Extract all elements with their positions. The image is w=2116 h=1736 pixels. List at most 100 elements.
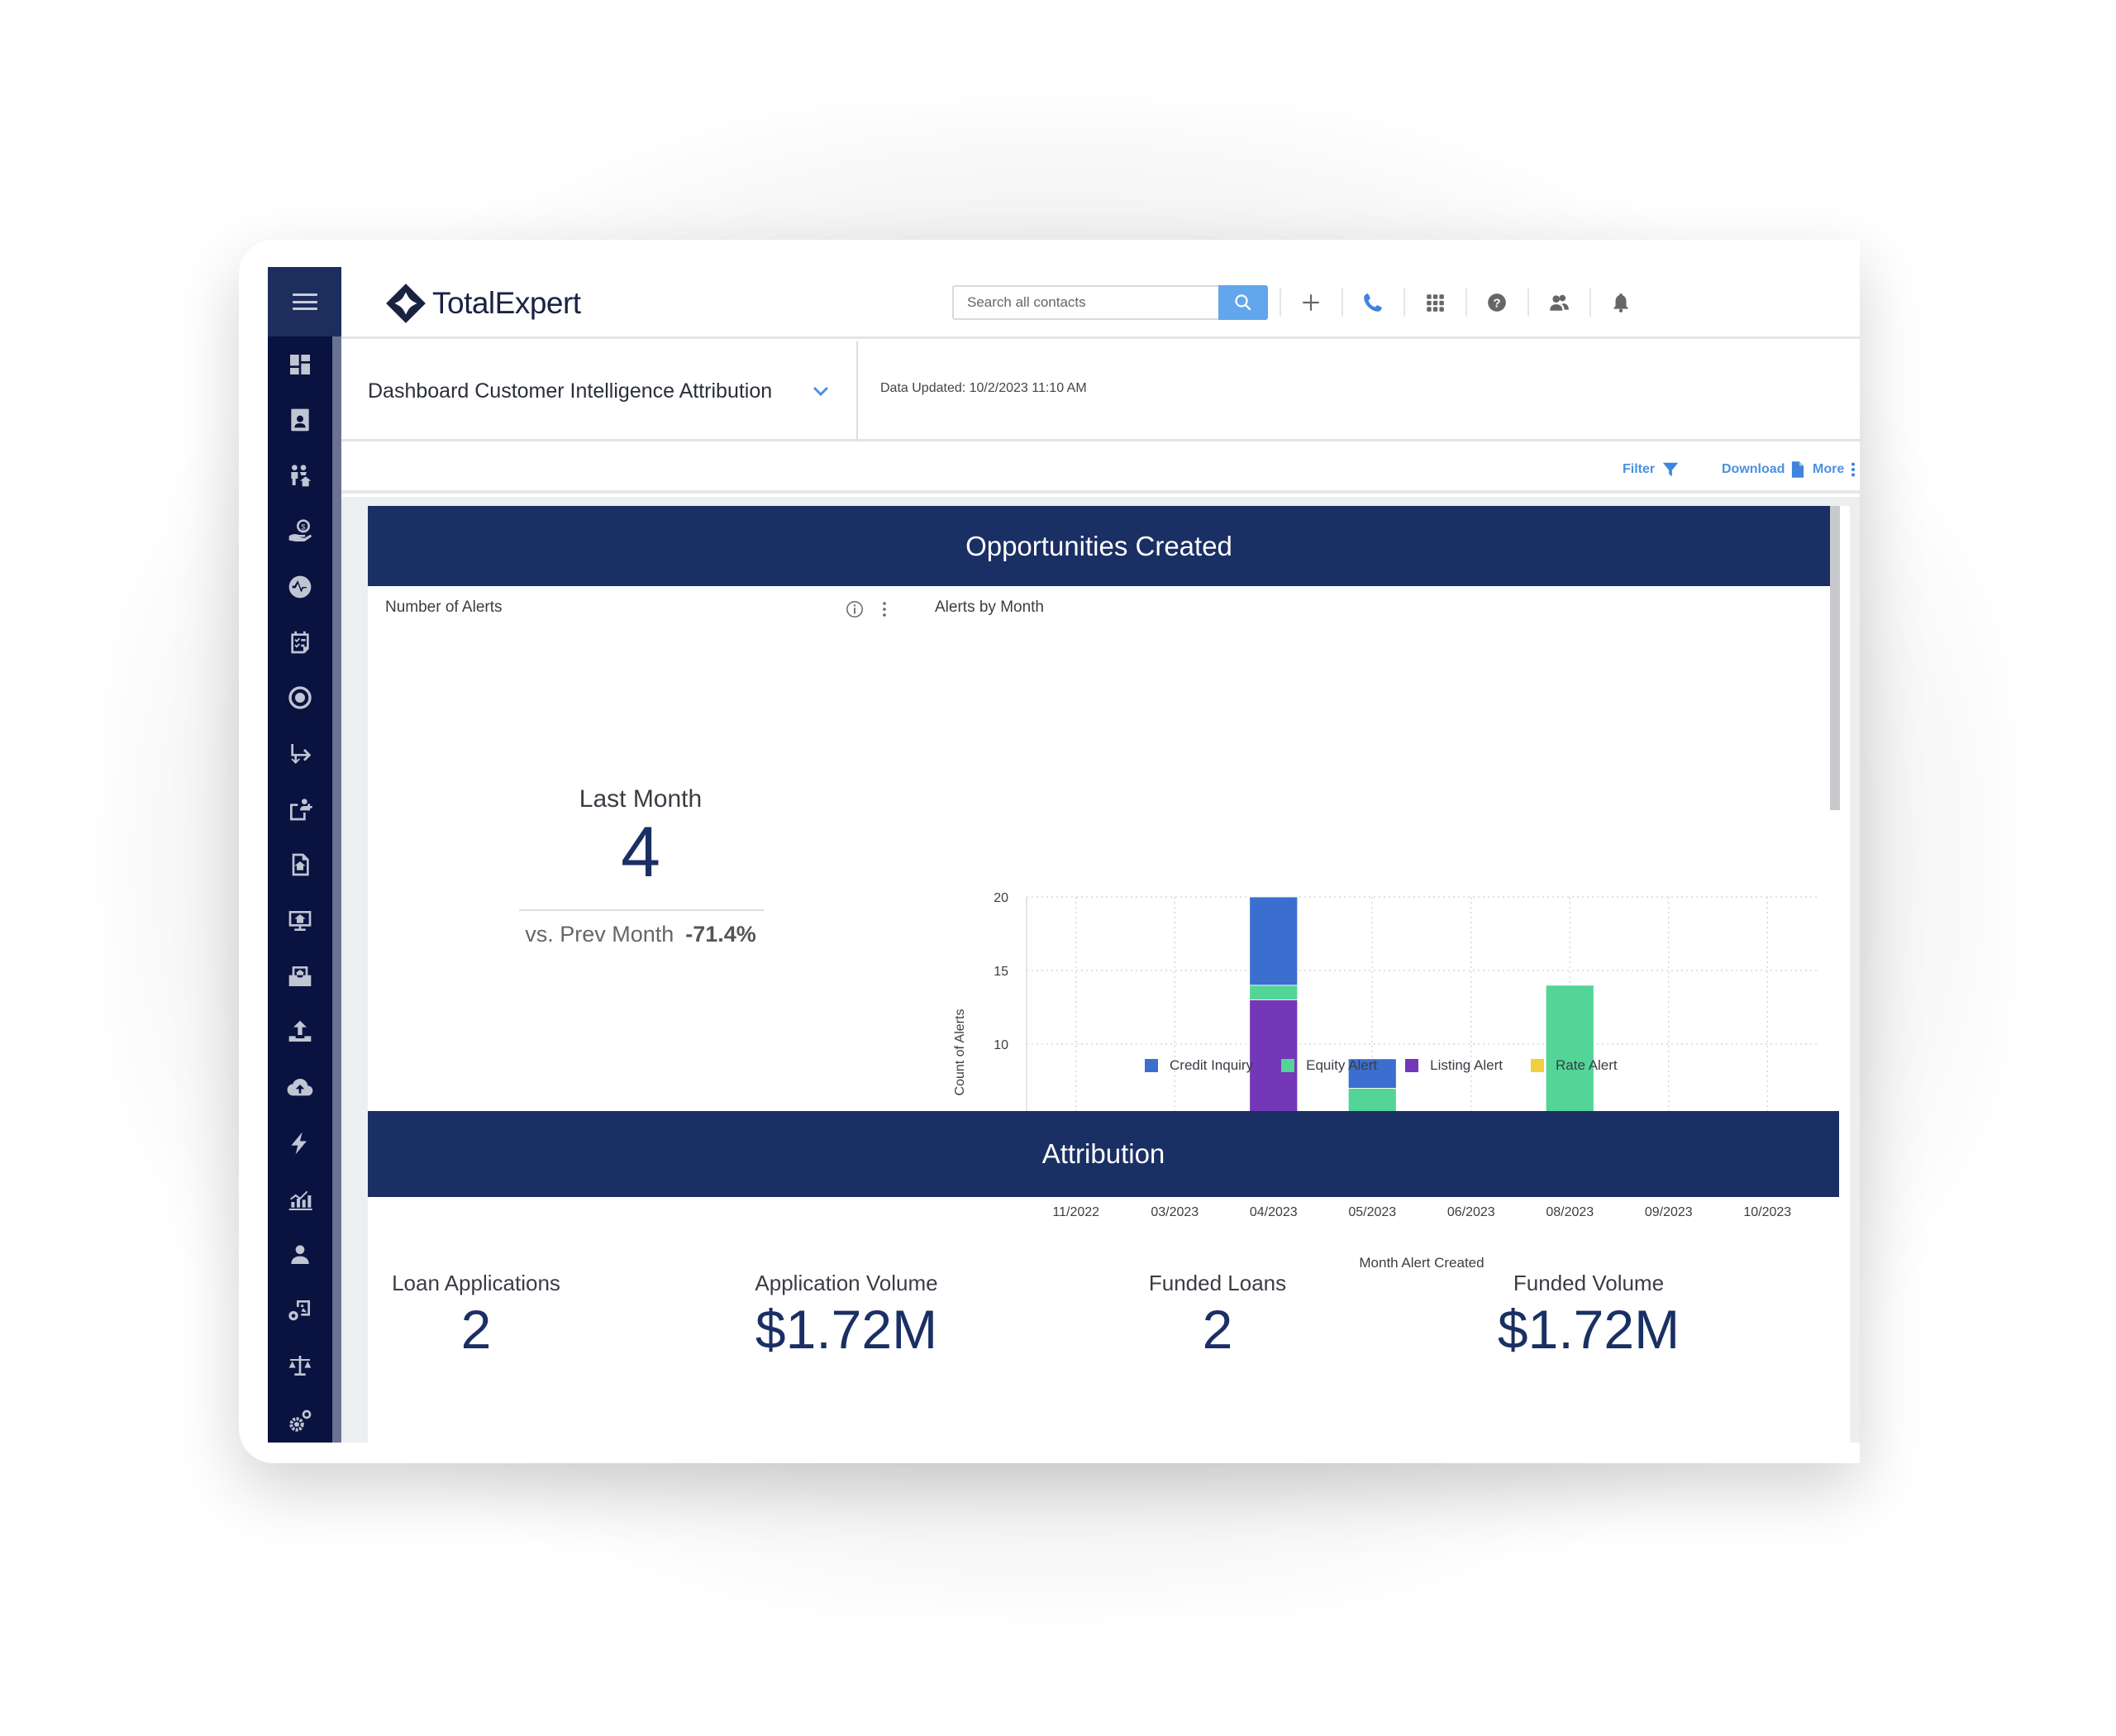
search-icon	[1235, 294, 1251, 311]
x-tick-label: 11/2022	[1052, 1205, 1099, 1219]
x-tick-label: 03/2023	[1151, 1205, 1199, 1219]
lightning-icon	[291, 1132, 307, 1155]
legend-item-rate-alert[interactable]: Rate Alert	[1531, 1057, 1618, 1074]
calendar-checklist-icon	[291, 631, 309, 654]
sidebar-item-loans[interactable]: $	[268, 503, 332, 559]
dashboard-content: Opportunities Created Number of Alerts L…	[341, 497, 1860, 1463]
contacts-button[interactable]	[1527, 282, 1589, 323]
contacts-icon	[1549, 294, 1569, 311]
sidebar-item-tasks[interactable]	[268, 614, 332, 670]
pulse-icon	[288, 575, 312, 599]
legend-item-credit-inquiry[interactable]: Credit Inquiry	[1145, 1057, 1253, 1074]
sidebar-item-households[interactable]	[268, 448, 332, 503]
apps-button[interactable]	[1404, 282, 1465, 323]
x-tick-label: 04/2023	[1250, 1205, 1298, 1219]
phone-button[interactable]	[1342, 282, 1404, 323]
sidebar-item-upload[interactable]	[268, 1004, 332, 1060]
settings-gears-icon	[289, 1409, 312, 1432]
sidebar-item-activity[interactable]	[268, 559, 332, 614]
metric-funded-loans: Funded Loans 2	[1036, 1271, 1399, 1361]
section-title: Attribution	[1041, 1138, 1165, 1169]
x-tick-label: 08/2023	[1546, 1205, 1594, 1219]
sidebar-item-share[interactable]	[268, 781, 332, 837]
search-input[interactable]	[952, 285, 1218, 320]
svg-text:$: $	[301, 522, 306, 531]
metric-value: 2	[1202, 1299, 1233, 1360]
contact-search	[952, 285, 1268, 320]
x-tick-label: 09/2023	[1645, 1205, 1693, 1219]
menu-toggle-button[interactable]	[268, 267, 341, 336]
legend-label: Listing Alert	[1430, 1057, 1503, 1073]
target-icon	[288, 686, 312, 710]
share-contact-icon	[290, 799, 312, 821]
bell-icon	[1613, 293, 1628, 312]
hand-money-icon: $	[288, 518, 312, 541]
metric-label: Funded Volume	[1513, 1271, 1665, 1295]
legend-swatch	[1531, 1059, 1544, 1072]
bar-segment-credit-inquiry	[1249, 896, 1299, 986]
header-actions: ?	[1280, 282, 1651, 323]
user-icon	[291, 1245, 309, 1265]
x-tick-label: 06/2023	[1447, 1205, 1495, 1219]
sidebar-item-automation[interactable]	[268, 1115, 332, 1171]
section-header-attribution: Attribution	[368, 1111, 1839, 1197]
svg-text:?: ?	[1493, 296, 1500, 310]
y-tick-label: 15	[994, 965, 1008, 979]
search-button[interactable]	[1218, 285, 1268, 320]
app-window: $ TotalExpert Search all contacts ? Dash…	[239, 240, 1860, 1463]
sidebar-item-settings[interactable]	[268, 1394, 332, 1449]
sidebar-item-campaigns[interactable]	[268, 670, 332, 726]
more-button[interactable]: More	[1813, 460, 1856, 479]
filter-button[interactable]: Filter	[1623, 460, 1680, 479]
metric-value: $1.72M	[1497, 1299, 1680, 1360]
home-inbox-icon	[288, 966, 312, 986]
hamburger-icon	[292, 293, 317, 310]
legend-label: Equity Alert	[1306, 1057, 1378, 1073]
sidebar-item-property-web[interactable]	[268, 893, 332, 948]
legend-swatch	[1145, 1059, 1158, 1072]
metric-label: Loan Applications	[392, 1271, 560, 1295]
filter-label: Filter	[1623, 462, 1656, 476]
sidebar-item-cloud[interactable]	[268, 1060, 332, 1115]
home-document-icon	[292, 853, 309, 876]
contact-card-icon	[291, 408, 309, 432]
sidebar-item-property-docs[interactable]	[268, 837, 332, 893]
content-scrollbar-thumb[interactable]	[1830, 506, 1840, 810]
y-tick-label: 10	[994, 1038, 1008, 1052]
legend-item-listing-alert[interactable]: Listing Alert	[1405, 1057, 1503, 1074]
document-icon	[1792, 461, 1804, 478]
dashboard-selector[interactable]: Dashboard Customer Intelligence Attribut…	[341, 341, 858, 441]
sidebar-item-journeys[interactable]	[268, 726, 332, 781]
add-button[interactable]	[1280, 282, 1342, 323]
dashboard-panel: Opportunities Created Number of Alerts L…	[368, 506, 1850, 1463]
brand-name: TotalExpert	[432, 286, 581, 320]
brand-logo[interactable]: TotalExpert	[384, 282, 581, 325]
upload-tray-icon	[288, 1020, 312, 1042]
y-tick-label: 20	[994, 891, 1008, 905]
sidebar-item-reports[interactable]	[268, 1171, 332, 1226]
y-axis-label: Count of Alerts	[953, 1009, 967, 1096]
metric-funded-volume: Funded Volume $1.72M	[1407, 1271, 1770, 1361]
sidebar-item-dashboard[interactable]	[268, 336, 332, 392]
filter-icon	[1662, 462, 1679, 477]
notifications-button[interactable]	[1589, 282, 1651, 323]
help-icon: ?	[1487, 293, 1506, 312]
chevron-down-icon[interactable]	[811, 381, 831, 401]
legend-item-equity-alert[interactable]: Equity Alert	[1281, 1057, 1377, 1074]
chart-legend: Credit Inquiry Equity Alert Listing Alert R…	[1145, 1057, 1618, 1074]
x-axis-label: Month Alert Created	[1359, 1255, 1484, 1271]
sidebar-item-contacts[interactable]	[268, 392, 332, 447]
metric-loan-applications: Loan Applications 2	[294, 1271, 658, 1361]
dashboard-title-bar: Dashboard Customer Intelligence Attribut…	[341, 341, 1860, 441]
family-home-icon	[291, 465, 312, 487]
x-tick-label: 05/2023	[1348, 1205, 1396, 1219]
metric-label: Funded Loans	[1148, 1271, 1287, 1295]
cloud-upload-icon	[287, 1078, 313, 1095]
metric-label: Application Volume	[755, 1271, 938, 1295]
help-button[interactable]: ?	[1465, 282, 1527, 323]
top-header: TotalExpert ? Jennifer	[341, 267, 1860, 339]
download-button[interactable]: Download	[1722, 460, 1804, 479]
sidebar-item-property-inbox[interactable]	[268, 948, 332, 1004]
journey-arrow-icon	[291, 743, 312, 764]
apps-grid-icon	[1426, 294, 1444, 312]
